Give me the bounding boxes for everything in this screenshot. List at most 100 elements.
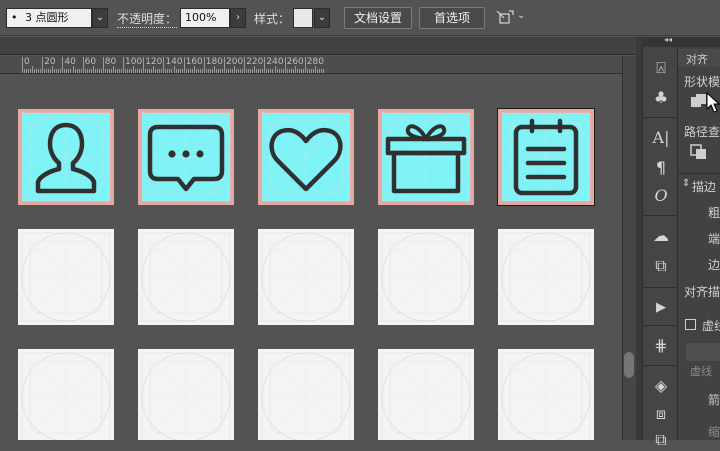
artboard-clipboard[interactable] (497, 108, 595, 206)
artboard-guide-grid (501, 352, 591, 440)
brush-size-dropdown[interactable]: ⌄ (92, 8, 108, 28)
ruler-tick (201, 69, 203, 73)
ruler-tick (226, 69, 228, 73)
ruler-tick (185, 69, 187, 73)
mouse-cursor-icon (706, 91, 720, 114)
artboard-empty[interactable] (18, 349, 114, 440)
ruler-tick (50, 69, 52, 73)
ruler-tick (72, 66, 74, 73)
ruler-tick (48, 69, 50, 73)
artboard-empty[interactable] (18, 229, 114, 325)
expand-arrow-icon[interactable]: ⇕ (682, 178, 690, 189)
artboard-guide-grid (21, 232, 111, 322)
ruler-tick (207, 69, 209, 73)
panel-collapse-bar[interactable]: ◂◂ (642, 35, 720, 47)
arrange-dropdown-icon[interactable]: ⌄ (517, 10, 527, 24)
stroke-header[interactable]: 描边 (692, 178, 716, 195)
opacity-input[interactable]: 100% (180, 8, 230, 28)
ruler-tick (306, 69, 308, 73)
style-dropdown[interactable]: ⌄ (314, 8, 330, 28)
shape-mode-label: 形状模 (684, 75, 720, 89)
ruler-tick (66, 69, 68, 73)
ruler-tick (286, 69, 288, 73)
ruler-tick (274, 66, 276, 73)
club-symbol-icon[interactable]: ♣ (649, 87, 673, 109)
preferences-button[interactable]: 首选项 (419, 7, 485, 29)
artboard-empty[interactable] (138, 349, 234, 440)
layers-icon[interactable]: ◈ (649, 375, 673, 397)
ruler-tick (139, 69, 141, 73)
artboard-chat[interactable] (138, 109, 234, 205)
brush-icon[interactable]: ⍓ (649, 57, 673, 79)
creative-cloud-icon[interactable]: ☁ (649, 225, 673, 247)
ruler-tick (246, 69, 248, 73)
clipboard-icon (501, 112, 591, 202)
artboard-empty[interactable] (138, 229, 234, 325)
paragraph-icon[interactable]: ¶ (649, 157, 673, 179)
artboard-heart[interactable] (258, 109, 354, 205)
artboard-empty[interactable] (498, 349, 594, 440)
ruler-tick (102, 57, 104, 73)
align-stroke-label: 对齐描 (684, 285, 720, 299)
dashed-line-label: 虚线 (702, 319, 720, 333)
artboards-icon[interactable]: ⧈ (649, 403, 673, 425)
ruler-tick (298, 69, 300, 73)
artboard-empty[interactable] (498, 229, 594, 325)
ruler-tick (318, 69, 320, 73)
artboard-empty[interactable] (258, 229, 354, 325)
tab-align[interactable]: 对齐 (678, 49, 720, 67)
scrollbar-thumb[interactable] (624, 352, 634, 378)
artboard-empty[interactable] (378, 229, 474, 325)
ruler-tick (161, 69, 163, 73)
ruler-tick (242, 69, 244, 73)
dashed-line-checkbox[interactable] (685, 319, 696, 330)
character-icon[interactable]: A| (649, 127, 673, 149)
ruler-tick (153, 66, 155, 73)
links-icon[interactable]: ⧉ (649, 429, 673, 451)
user-icon (21, 112, 111, 202)
ruler-tick (92, 66, 94, 73)
brush-size-combo[interactable]: • 3 点圆形 (6, 8, 92, 28)
style-swatch[interactable] (293, 8, 313, 28)
ruler-tick (236, 69, 238, 73)
ruler-tick (314, 66, 316, 73)
artboard-empty[interactable] (378, 349, 474, 440)
ruler-tick (302, 69, 304, 73)
ruler-tick (282, 69, 284, 73)
ruler-tick (250, 69, 252, 73)
brush-dot-glyph: • (11, 11, 18, 24)
arrange-icon[interactable] (494, 8, 516, 28)
ruler-tick (123, 57, 124, 73)
ruler-tick (36, 69, 38, 73)
horizontal-ruler: 0 20 40 60 80 100 120 140 160 180 200 220 240 260 280 (0, 56, 622, 74)
ruler-tick (120, 69, 122, 73)
collapse-arrows-icon[interactable]: ◂◂ (664, 35, 672, 44)
style-label: 样式： (254, 12, 291, 26)
vertical-scrollbar[interactable] (622, 56, 636, 440)
ruler-label: 0 (24, 57, 30, 67)
ruler-tick (141, 69, 143, 73)
divide-path-icon[interactable] (690, 144, 708, 160)
ruler-tick (310, 69, 312, 73)
document-tab-strip (0, 37, 636, 55)
artboard-user[interactable] (18, 109, 114, 205)
ruler-tick (145, 69, 147, 73)
dash-pattern-field[interactable] (686, 343, 720, 361)
ruler-tick (169, 69, 171, 73)
document-setup-button[interactable]: 文档设置 (344, 7, 412, 29)
artboard-guide-grid (501, 232, 591, 322)
ruler-tick (189, 69, 191, 73)
opacity-stepper[interactable]: › (230, 8, 246, 28)
artboard-gift[interactable] (378, 109, 474, 205)
play-action-icon[interactable]: ▶ (649, 297, 673, 319)
opentype-icon[interactable]: O (649, 185, 673, 207)
brush-size-value: 3 点圆形 (25, 11, 69, 24)
artboard-empty[interactable] (258, 349, 354, 440)
ruler-tick (127, 69, 129, 73)
artboard-canvas[interactable] (0, 75, 622, 440)
ruler-tick (205, 69, 207, 73)
options-bar: • 3 点圆形 ⌄ 不透明度： 100% › 样式： ⌄ 文档设置 首选项 ⌄ (0, 0, 720, 36)
ruler-tick (264, 57, 266, 73)
grid-icon[interactable]: ⋕ (649, 335, 673, 357)
export-icon[interactable]: ⧉ (649, 255, 673, 277)
